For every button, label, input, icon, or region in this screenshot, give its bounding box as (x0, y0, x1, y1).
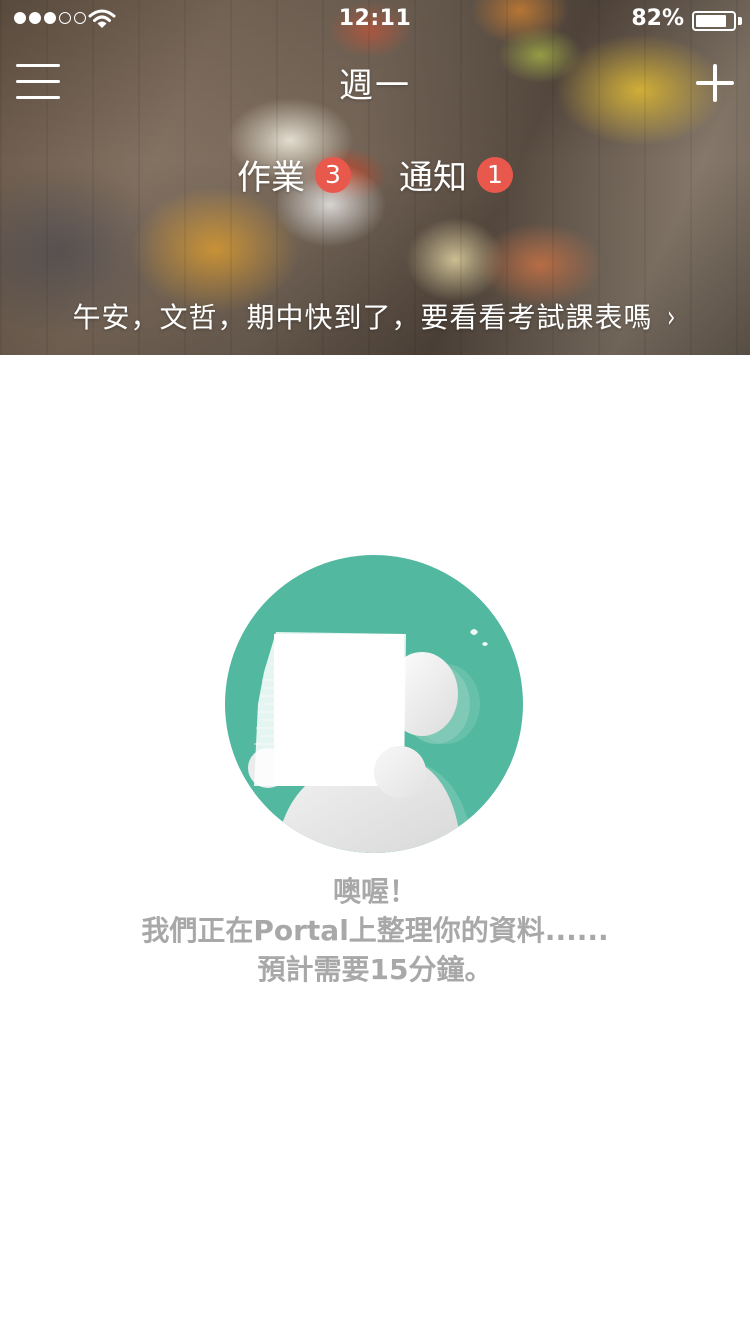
notifications-count-badge: 1 (477, 156, 513, 193)
plus-icon[interactable] (694, 62, 736, 104)
homework-count-badge: 3 (315, 156, 351, 193)
message-line-3: 預計需要15分鐘。 (257, 953, 493, 986)
person-with-stack-of-papers-illustration (225, 555, 523, 853)
greeting-text: 午安，文哲，期中快到了，要看看考試課表嗎 (72, 301, 653, 334)
header-banner: 12:11 82% 週一 作業 3 通知 1 午安，文哲，期中快到了，要看看考試… (0, 0, 750, 355)
chevron-right-icon: › (666, 300, 676, 335)
status-bar: 12:11 82% (0, 0, 750, 40)
page-title: 週一 (339, 66, 411, 106)
exam-schedule-prompt-link[interactable]: 午安，文哲，期中快到了，要看看考試課表嗎 › (0, 296, 750, 336)
message-line-1: 噢喔！ (332, 875, 417, 908)
loading-message: 噢喔！ 我們正在Portal上整理你的資料...... 預計需要15分鐘。 (0, 872, 750, 989)
tab-bar: 作業 3 通知 1 (0, 150, 750, 199)
tab-notifications[interactable]: 通知 1 (399, 150, 513, 199)
tab-homework-label: 作業 (237, 158, 305, 198)
battery-icon (692, 11, 736, 31)
message-line-2: 我們正在Portal上整理你的資料...... (141, 914, 609, 947)
battery-percent: 82% (631, 6, 684, 31)
tab-homework[interactable]: 作業 3 (237, 150, 351, 199)
tab-notifications-label: 通知 (399, 158, 467, 198)
